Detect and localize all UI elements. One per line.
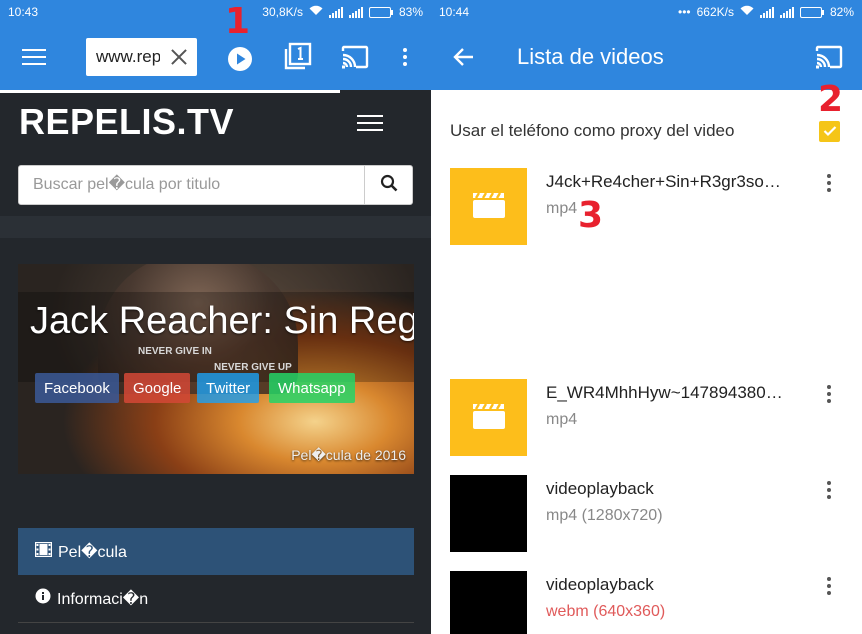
- browser-toolbar: www.repelis.tv: [0, 24, 431, 90]
- back-arrow-icon[interactable]: [453, 47, 475, 71]
- status-time: 10:44: [439, 5, 470, 19]
- video-list-toolbar: Lista de videos: [431, 24, 862, 90]
- video-format: mp4: [546, 411, 578, 428]
- signal-icon: [779, 6, 794, 18]
- video-name: videoplayback: [546, 575, 654, 594]
- url-text: www.repelis.tv: [96, 47, 160, 66]
- site-menu-icon[interactable]: [357, 114, 383, 132]
- video-name: videoplayback: [546, 479, 654, 498]
- video-list-item[interactable]: E_WR4MhhHyw~147894380… mp4: [431, 379, 862, 469]
- signal-icon: [759, 6, 774, 18]
- video-name: E_WR4MhhHyw~147894380…: [546, 383, 783, 402]
- cast-icon[interactable]: [341, 45, 369, 73]
- more-notifications-icon: •••: [678, 5, 691, 19]
- checkmark-icon: [823, 122, 837, 141]
- page-title: Lista de videos: [517, 44, 664, 69]
- site-title[interactable]: REPELIS.TV: [19, 101, 234, 143]
- video-options-icon[interactable]: [827, 385, 831, 403]
- share-google-button[interactable]: Google: [124, 373, 191, 403]
- video-thumbnail: [450, 379, 527, 456]
- tab-pelicula-label: Pel�cula: [58, 543, 127, 561]
- proxy-label: Usar el teléfono como proxy del video: [450, 121, 735, 140]
- signal-icon: [348, 6, 363, 18]
- video-thumbnail: [450, 475, 527, 552]
- section-divider: [0, 216, 431, 238]
- search-button[interactable]: [364, 166, 412, 204]
- proxy-setting-row[interactable]: Usar el teléfono como proxy del video: [431, 93, 862, 167]
- video-list-item[interactable]: J4ck+Re4cher+Sin+R3gr3so… mp4: [431, 168, 862, 258]
- share-twitter-button[interactable]: Twitter: [197, 373, 260, 403]
- battery-percent: 83%: [398, 5, 423, 19]
- info-icon: [35, 588, 51, 609]
- share-facebook-button[interactable]: Facebook: [35, 373, 119, 403]
- poster-tagline: NEVER GIVE UP: [214, 362, 292, 373]
- proxy-checkbox[interactable]: [819, 121, 840, 142]
- movie-poster[interactable]: Jack Reacher: Sin Reg… NEVER GIVE IN NEV…: [18, 264, 414, 474]
- signal-icon: [328, 6, 343, 18]
- clapperboard-icon: [472, 402, 506, 434]
- overflow-menu-icon[interactable]: [403, 48, 407, 66]
- battery-percent: 82%: [829, 5, 854, 19]
- film-icon: [34, 541, 53, 562]
- video-options-icon[interactable]: [827, 481, 831, 499]
- search-icon: [380, 174, 398, 196]
- cast-icon[interactable]: [815, 45, 843, 73]
- tab-pelicula[interactable]: Pel�cula: [18, 528, 414, 575]
- movie-search-box: [18, 165, 413, 205]
- video-options-icon[interactable]: [827, 174, 831, 192]
- clapperboard-icon: [472, 191, 506, 223]
- browser-panel: 10:43 30,8K/s 83% www.repelis.tv 1: [0, 0, 431, 634]
- tabs-icon[interactable]: [284, 42, 312, 74]
- play-icon[interactable]: [227, 46, 253, 76]
- video-thumbnail: [450, 168, 527, 245]
- wifi-icon: [740, 5, 754, 19]
- battery-icon: [799, 6, 824, 18]
- video-list-panel: 10:44 ••• 662K/s 82% Lista de videos 2 U…: [431, 0, 862, 634]
- tab-informacion-label: Informaci�n: [57, 590, 149, 608]
- video-list-item[interactable]: videoplayback mp4 (1280x720): [431, 475, 862, 565]
- network-speed: 30,8K/s: [262, 5, 303, 19]
- video-name: J4ck+Re4cher+Sin+R3gr3so…: [546, 172, 781, 191]
- site-header: REPELIS.TV: [0, 93, 431, 157]
- menu-icon[interactable]: [22, 48, 46, 66]
- annotation-1: 1: [225, 1, 251, 42]
- movie-search-input[interactable]: [19, 166, 364, 204]
- clear-url-icon[interactable]: [169, 47, 189, 67]
- video-list-item[interactable]: videoplayback webm (640x360): [431, 571, 862, 634]
- wifi-icon: [309, 5, 323, 19]
- share-whatsapp-button[interactable]: Whatsapp: [269, 373, 355, 403]
- poster-title: Jack Reacher: Sin Reg…: [30, 300, 414, 342]
- video-format: mp4 (1280x720): [546, 507, 663, 524]
- url-field[interactable]: www.repelis.tv: [86, 38, 197, 76]
- battery-icon: [368, 6, 393, 18]
- annotation-3: 3: [578, 195, 604, 236]
- nav-divider: [18, 622, 414, 623]
- video-thumbnail: [450, 571, 527, 634]
- status-time: 10:43: [8, 5, 39, 19]
- network-speed: 662K/s: [696, 5, 734, 19]
- status-bar: 10:43 30,8K/s 83%: [0, 0, 431, 24]
- tab-informacion[interactable]: Informaci�n: [18, 575, 414, 622]
- video-format: mp4: [546, 200, 578, 217]
- video-options-icon[interactable]: [827, 577, 831, 595]
- status-bar: 10:44 ••• 662K/s 82%: [431, 0, 862, 24]
- video-format: webm (640x360): [546, 603, 666, 620]
- poster-year-label: Pel�cula de 2016: [291, 447, 406, 463]
- poster-tagline: NEVER GIVE IN: [138, 346, 212, 357]
